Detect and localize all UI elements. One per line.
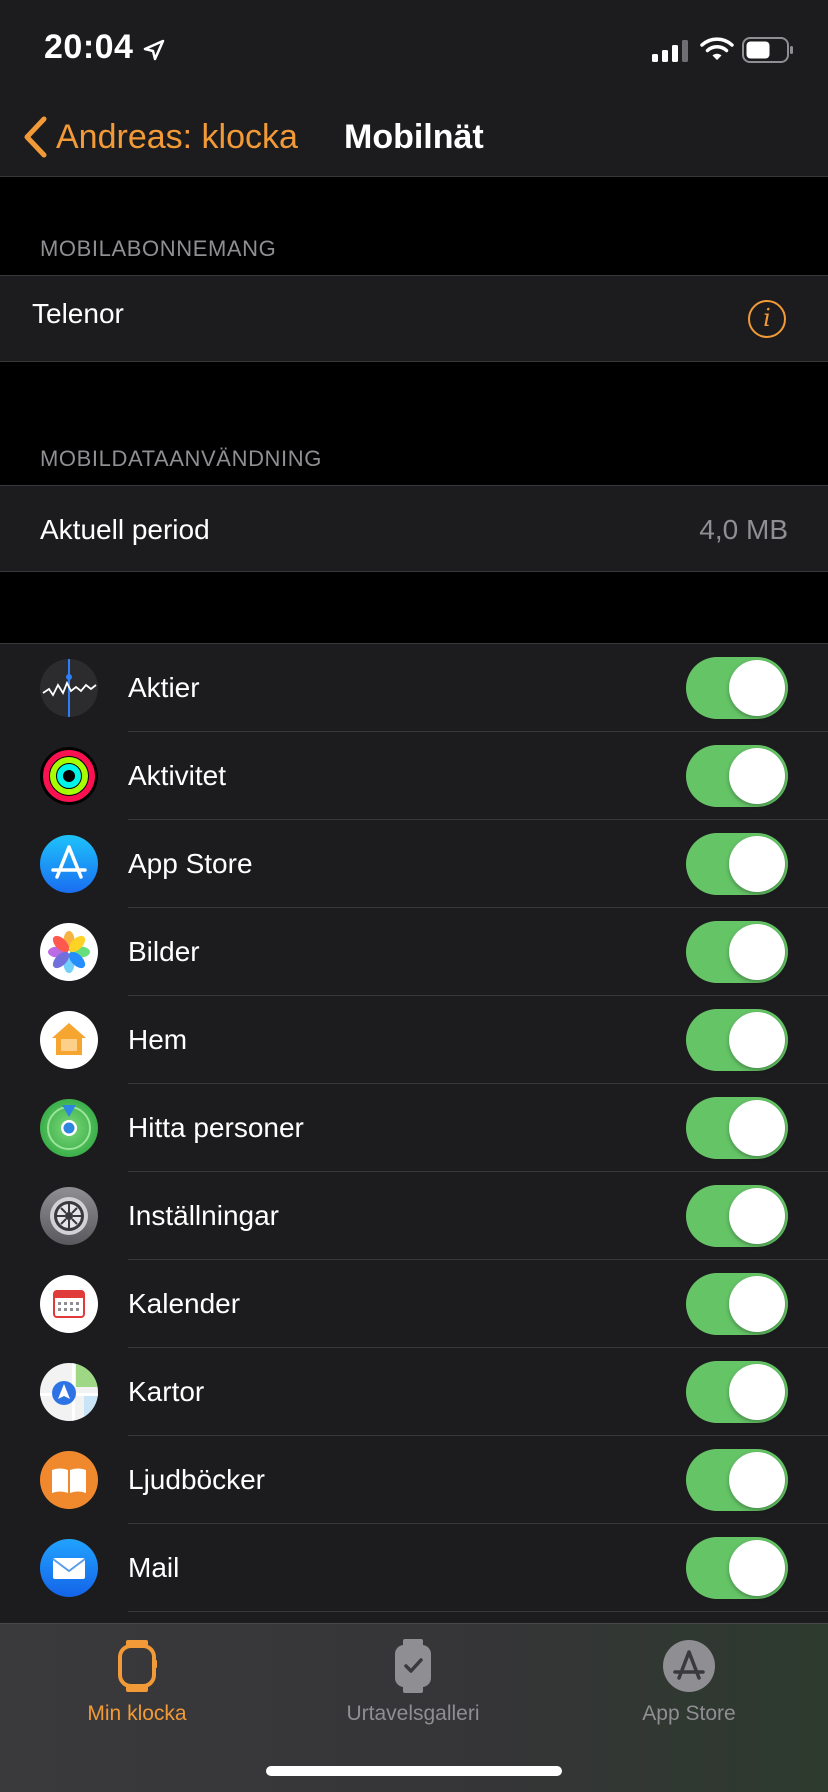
toggle-aktivitet[interactable]: [686, 745, 788, 807]
watch-icon: [118, 1640, 157, 1692]
app-row-mail: Mail: [0, 1524, 828, 1612]
app-name: App Store: [128, 848, 253, 879]
find-people-icon: [40, 1099, 98, 1157]
toggle-aktier[interactable]: [686, 657, 788, 719]
app-list: Aktier Aktivitet App Store Bilder Hem Hi…: [0, 643, 828, 1623]
tab-app-store[interactable]: App Store: [589, 1636, 789, 1726]
home-icon: [40, 1011, 98, 1069]
cellular-signal-icon: [652, 40, 688, 62]
app-row-app-store: App Store: [0, 820, 828, 908]
maps-icon: [40, 1363, 98, 1421]
calendar-icon: [40, 1275, 98, 1333]
current-period-value: 4,0 MB: [699, 514, 788, 545]
current-period-row: Aktuell period 4,0 MB: [0, 485, 828, 572]
app-name: Mail: [128, 1552, 180, 1583]
app-name: Aktivitet: [128, 760, 227, 791]
tab-label: App Store: [642, 1702, 736, 1725]
back-button[interactable]: Andreas: klocka: [22, 112, 298, 162]
app-row-kalender: Kalender: [0, 1260, 828, 1348]
face-gallery-icon: [395, 1639, 431, 1693]
app-row-installningar: Inställningar: [0, 1172, 828, 1260]
app-name: Inställningar: [128, 1200, 279, 1231]
chevron-left-icon: [24, 116, 47, 158]
app-name: Aktier: [128, 672, 200, 703]
home-indicator: [266, 1766, 562, 1776]
app-name: Kartor: [128, 1376, 205, 1407]
section-header-subscription: MOBILABONNEMANG: [40, 236, 277, 261]
app-row-bilder: Bilder: [0, 908, 828, 996]
app-store-tab-icon: [663, 1640, 715, 1692]
toggle-bilder[interactable]: [686, 921, 788, 983]
app-row-hitta-personer: Hitta personer: [0, 1084, 828, 1172]
tab-min-klocka[interactable]: Min klocka: [37, 1636, 237, 1726]
toggle-hitta-personer[interactable]: [686, 1097, 788, 1159]
app-store-icon: [40, 835, 98, 893]
app-row-ljudbocker: Ljudböcker: [0, 1436, 828, 1524]
toggle-ljudbocker[interactable]: [686, 1449, 788, 1511]
photos-icon: [40, 923, 98, 981]
app-row-aktier: Aktier: [0, 644, 828, 732]
stocks-icon: [40, 659, 98, 717]
settings-icon: [40, 1187, 98, 1245]
navigation-bar: Andreas: klocka Mobilnät: [0, 100, 828, 177]
app-name: Hitta personer: [128, 1112, 304, 1143]
toggle-kartor[interactable]: [686, 1361, 788, 1423]
app-row-kartor: Kartor: [0, 1348, 828, 1436]
wifi-icon: [700, 37, 734, 60]
app-name: Hem: [128, 1024, 188, 1055]
section-header-data-usage: MOBILDATAANVÄNDNING: [40, 446, 322, 471]
toggle-mail[interactable]: [686, 1537, 788, 1599]
carrier-row[interactable]: Telenor i: [0, 275, 828, 362]
audiobooks-icon: [40, 1451, 98, 1509]
tab-label: Min klocka: [87, 1702, 187, 1725]
app-name: Bilder: [128, 936, 200, 967]
tab-urtavelsgalleri[interactable]: Urtavelsgalleri: [313, 1636, 513, 1726]
location-arrow-icon: [143, 39, 165, 61]
battery-icon: [742, 37, 793, 63]
info-icon[interactable]: i: [748, 300, 786, 338]
toggle-app-store[interactable]: [686, 833, 788, 895]
app-row-hem: Hem: [0, 996, 828, 1084]
toggle-installningar[interactable]: [686, 1185, 788, 1247]
tab-label: Urtavelsgalleri: [346, 1702, 480, 1725]
status-time: 20:04: [44, 28, 134, 66]
app-row-aktivitet: Aktivitet: [0, 732, 828, 820]
app-name: Kalender: [128, 1288, 241, 1319]
carrier-name: Telenor: [32, 298, 124, 329]
current-period-label: Aktuell period: [40, 514, 210, 545]
app-name: Ljudböcker: [128, 1464, 265, 1495]
back-button-label: Andreas: klocka: [56, 117, 298, 156]
page-title: Mobilnät: [344, 118, 484, 156]
mail-icon: [40, 1539, 98, 1597]
toggle-kalender[interactable]: [686, 1273, 788, 1335]
activity-icon: [40, 747, 98, 805]
toggle-hem[interactable]: [686, 1009, 788, 1071]
status-bar: 20:04: [0, 0, 828, 100]
